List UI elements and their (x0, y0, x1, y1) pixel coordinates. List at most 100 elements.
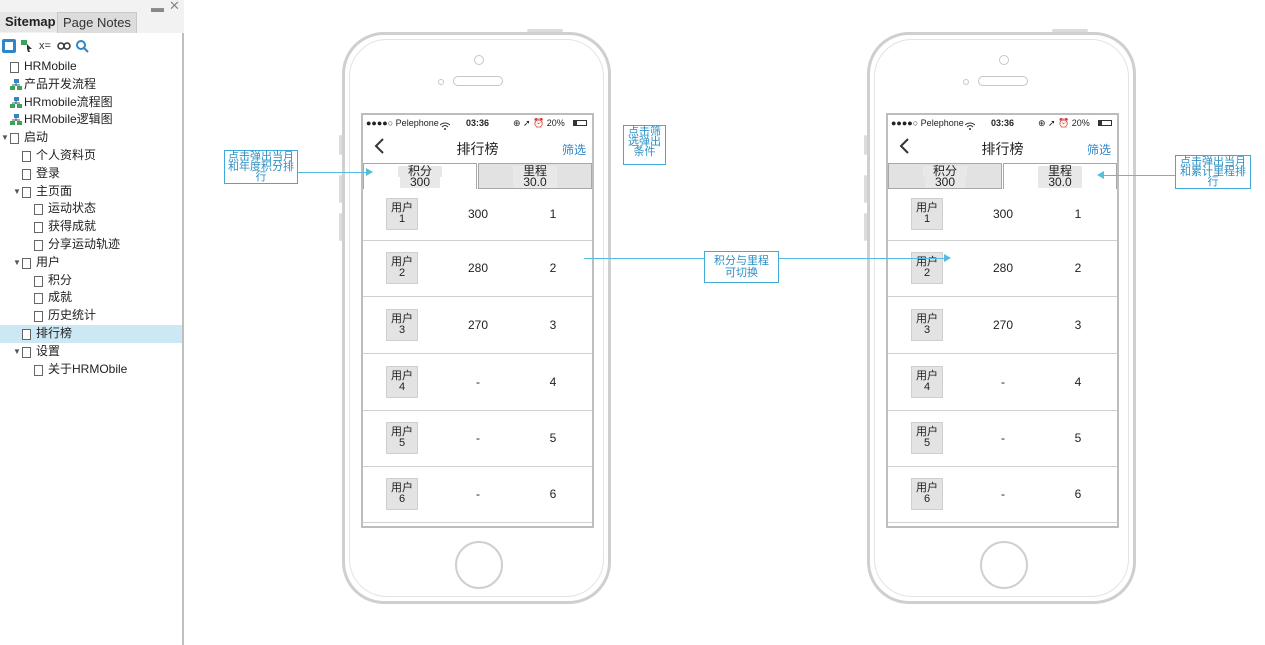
home-button[interactable] (980, 541, 1028, 589)
list-item[interactable]: 用户 1 300 1 (888, 189, 1117, 241)
tab-value: 30.0 (513, 176, 557, 188)
score-value: - (1001, 487, 1005, 501)
sitemap-item[interactable]: 产品开发流程 (0, 76, 182, 94)
speaker-grille (978, 76, 1028, 86)
expand-arrow-icon[interactable]: ▼ (13, 343, 21, 361)
phone-mockup: ●●●●○ Pelephone 03:36 ⊕ ➚ ⏰ 20% 排行榜 筛选 积分 300 里… (339, 29, 611, 604)
tab-sitemap[interactable]: Sitemap (0, 12, 62, 32)
list-item[interactable]: 用户 4 - 4 (888, 354, 1117, 411)
tab-value: 30.0 (1038, 176, 1082, 188)
tab-page-notes[interactable]: Page Notes (57, 12, 137, 33)
tab-points[interactable]: 积分 300 (363, 163, 477, 189)
user-number: 2 (398, 267, 406, 279)
page-title: 排行榜 (981, 141, 1024, 157)
sitemap-item[interactable]: 排行榜 (0, 324, 182, 343)
list-item[interactable]: 用户 6 - 6 (363, 467, 592, 523)
list-item[interactable]: 用户 1 300 1 (363, 189, 592, 241)
sitemap-item[interactable]: 分享运动轨迹 (0, 236, 182, 254)
connector-line (779, 258, 944, 259)
camera-icon (999, 55, 1009, 65)
minimize-icon[interactable]: ▬ (151, 1, 164, 14)
sitemap-item[interactable]: 运动状态 (0, 200, 182, 218)
filter-button[interactable]: 筛选 (1087, 141, 1111, 158)
page-title: 排行榜 (456, 141, 499, 157)
avatar: 用户 1 (911, 198, 943, 230)
filter-pointer-icon[interactable] (20, 39, 34, 53)
sitemap-item[interactable]: HRMobile (0, 58, 182, 76)
sitemap-item[interactable]: ▼ 设置 (0, 343, 182, 361)
sitemap-item-label: 主页面 (36, 183, 73, 198)
sitemap-item[interactable]: HRMobile逻辑图 (0, 111, 182, 129)
sensor (963, 79, 969, 85)
sitemap-item[interactable]: ▼ 用户 (0, 254, 182, 272)
avatar: 用户 3 (911, 309, 943, 341)
connector-line (584, 258, 704, 259)
page-icon (22, 150, 31, 162)
list-item[interactable]: 用户 3 270 3 (888, 297, 1117, 354)
segment-tabs: 积分 300 里程 30.0 (888, 163, 1117, 189)
sitemap-item-label: 关于HRMObile (48, 361, 128, 376)
sitemap-item-label: 分享运动轨迹 (48, 236, 121, 251)
page-icon (10, 133, 19, 145)
user-number: 5 (923, 437, 931, 449)
page-icon (22, 257, 31, 269)
list-item[interactable]: 用户 4 - 4 (363, 354, 592, 411)
sitemap-item[interactable]: 个人资料页 (0, 147, 182, 165)
power-button (1052, 29, 1088, 32)
phone-mockup: ●●●●○ Pelephone 03:36 ⊕ ➚ ⏰ 20% 排行榜 筛选 积分 300 里… (864, 29, 1136, 604)
list-item[interactable]: 用户 5 - 5 (363, 411, 592, 467)
phone-screen: ●●●●○ Pelephone 03:36 ⊕ ➚ ⏰ 20% 排行榜 筛选 积分 300 里… (361, 113, 594, 528)
sitemap-panel: Sitemap Page Notes ▬ ✕ x= HRMobile 产品开发流程… (0, 0, 184, 645)
power-button (527, 29, 563, 32)
rank-value: 5 (549, 431, 557, 445)
sitemap-item[interactable]: 登录 (0, 165, 182, 183)
list-item[interactable]: 用户 5 - 5 (888, 411, 1117, 467)
expand-arrow-icon[interactable]: ▼ (13, 183, 21, 201)
score-value: - (1001, 431, 1005, 445)
annotation-line: 条件 (633, 146, 656, 158)
list-item[interactable]: 用户 3 270 3 (363, 297, 592, 354)
score-value: 280 (467, 261, 489, 275)
tab-points[interactable]: 积分 300 (888, 163, 1002, 189)
annotation-line: 可切换 (725, 267, 758, 279)
sitemap-item-label: 设置 (36, 343, 61, 358)
annotation-filter: 点击筛 选弹出 条件 (623, 125, 666, 165)
score-value: - (476, 487, 480, 501)
score-value: 300 (992, 207, 1014, 221)
status-time: 03:36 (466, 118, 490, 128)
expand-arrow-icon[interactable]: ▼ (1, 129, 9, 147)
tab-mileage[interactable]: 里程 30.0 (478, 163, 592, 189)
sitemap-item[interactable]: 成就 (0, 289, 182, 307)
sitemap-item[interactable]: 历史统计 (0, 307, 182, 325)
list-item[interactable]: 用户 6 - 6 (888, 467, 1117, 523)
rank-value: 2 (1074, 261, 1082, 275)
page-view-icon[interactable] (2, 39, 16, 53)
user-number: 6 (923, 493, 931, 505)
filter-button[interactable]: 筛选 (562, 141, 586, 158)
sitemap-toolbar: x= (0, 36, 184, 56)
phone-screen: ●●●●○ Pelephone 03:36 ⊕ ➚ ⏰ 20% 排行榜 筛选 积分 300 里… (886, 113, 1119, 528)
score-value: - (476, 431, 480, 445)
sitemap-item[interactable]: 积分 (0, 272, 182, 290)
sitemap-item[interactable]: HRmobile流程图 (0, 94, 182, 112)
variables-icon[interactable]: x= (38, 39, 52, 53)
sitemap-item[interactable]: ▼ 启动 (0, 129, 182, 147)
sitemap-item[interactable]: 获得成就 (0, 218, 182, 236)
arrow-left-icon (1097, 171, 1104, 179)
page-icon (34, 204, 43, 216)
list-item[interactable]: 用户 2 280 2 (888, 241, 1117, 297)
search-icon[interactable] (75, 39, 89, 53)
score-value: 270 (992, 318, 1014, 332)
home-button[interactable] (455, 541, 503, 589)
carrier-label: ●●●●○ Pelephone (366, 118, 439, 128)
carrier-label: ●●●●○ Pelephone (891, 118, 964, 128)
rank-value: 6 (549, 487, 557, 501)
sitemap-item[interactable]: ▼ 主页面 (0, 183, 182, 201)
list-item[interactable]: 用户 2 280 2 (363, 241, 592, 297)
annotation-points-ranking: 点击弹出当月 和年度积分排 行 (224, 150, 298, 184)
expand-arrow-icon[interactable]: ▼ (13, 254, 21, 272)
link-icon[interactable] (57, 39, 71, 53)
battery-icon (573, 120, 587, 126)
sitemap-item[interactable]: 关于HRMObile (0, 361, 182, 379)
close-icon[interactable]: ✕ (169, 0, 180, 12)
